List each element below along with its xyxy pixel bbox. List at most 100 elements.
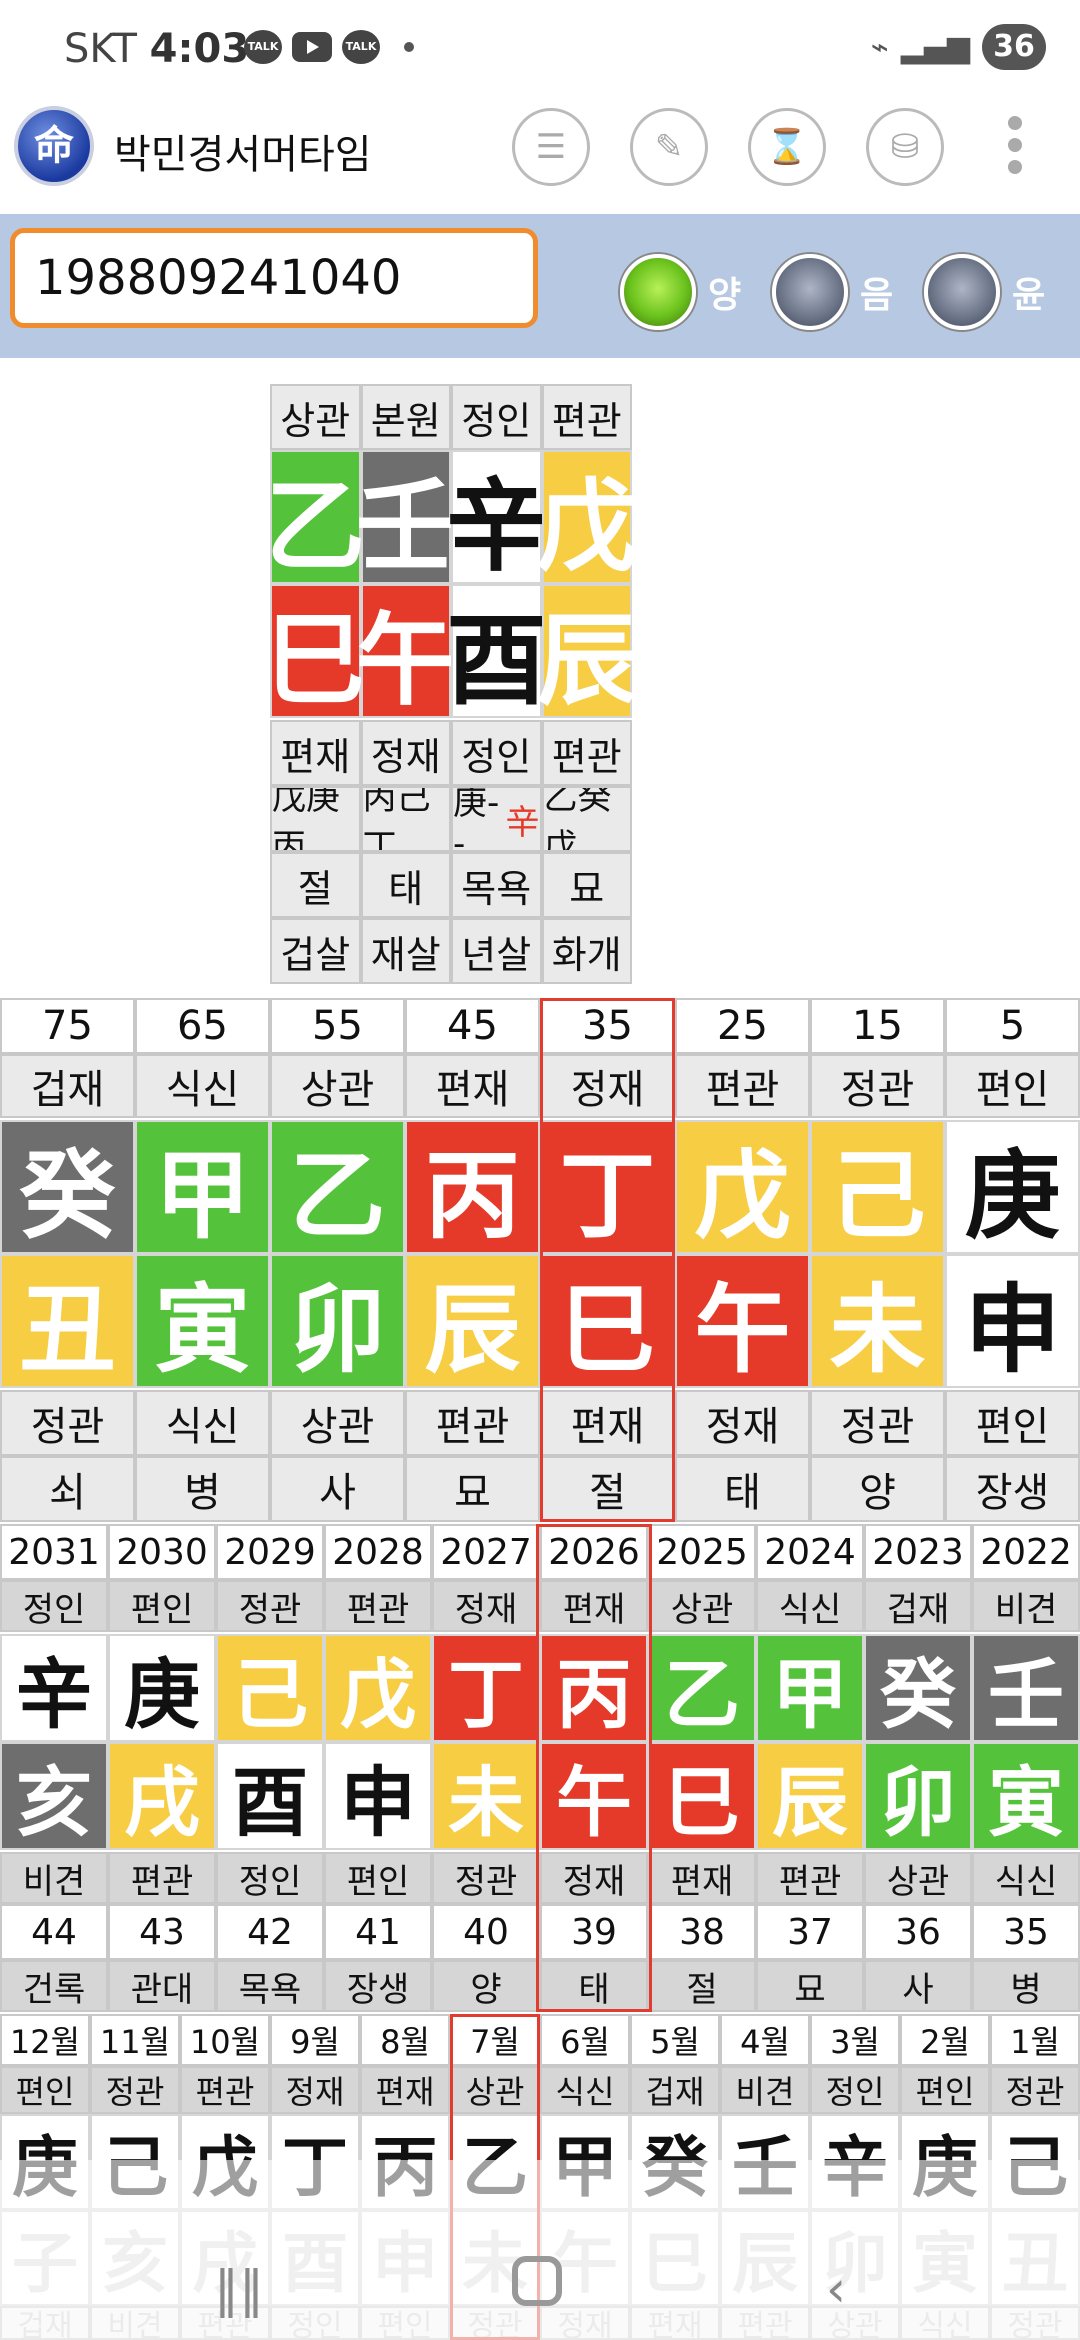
database-button[interactable]: ⛁	[866, 108, 944, 186]
pillar-hidden-stems: 庚-- 辛	[451, 786, 542, 852]
daeun-stage: 묘	[405, 1456, 540, 1522]
seun-stem[interactable]: 戊	[324, 1634, 432, 1742]
app-logo-icon[interactable]: 命	[14, 106, 94, 186]
pillar-stem[interactable]: 壬	[356, 450, 456, 585]
seun-branch[interactable]: 辰	[756, 1742, 864, 1850]
seun-label: 편관	[324, 1580, 432, 1632]
wolun-month: 11월	[90, 2014, 180, 2066]
seun-branch[interactable]: 午	[540, 1742, 648, 1850]
seun-branch[interactable]: 卯	[864, 1742, 972, 1850]
back-icon[interactable]: ‹	[826, 2260, 846, 2318]
daeun-stage: 태	[675, 1456, 810, 1522]
radio-circle[interactable]	[620, 254, 696, 330]
daeun-stem[interactable]: 己	[810, 1120, 945, 1254]
seun-age: 37	[756, 1904, 864, 1960]
seun-stem[interactable]: 庚	[108, 1634, 216, 1742]
system-icons: ⌁ ▂▄▆ 36	[871, 24, 1046, 70]
radio-label: 양	[708, 275, 742, 316]
seun-stage: 장생	[324, 1960, 432, 2012]
daeun-stem[interactable]: 庚	[945, 1120, 1080, 1254]
seun-stem[interactable]: 辛	[0, 1634, 108, 1742]
seun-label: 비견	[972, 1580, 1080, 1632]
edit-button[interactable]: ✎	[630, 108, 708, 186]
kakaotalk-icon: TALK	[244, 30, 282, 64]
seun-stage: 건록	[0, 1960, 108, 2012]
home-icon[interactable]	[512, 2256, 562, 2306]
daeun-stage: 사	[270, 1456, 405, 1522]
daeun-branch[interactable]: 辰	[405, 1254, 540, 1388]
seun-branch[interactable]: 申	[324, 1742, 432, 1850]
seun-branch[interactable]: 未	[432, 1742, 540, 1850]
timer-button[interactable]: ⌛	[748, 108, 826, 186]
wolun-month: 2월	[900, 2014, 990, 2066]
carrier-label: SKT	[64, 26, 137, 72]
seun-label: 정관	[216, 1580, 324, 1632]
wolun-label: 편관	[180, 2066, 270, 2114]
pillar-sal: 화개	[541, 918, 632, 984]
seun-branch[interactable]: 亥	[0, 1742, 108, 1850]
seun-year: 2023	[864, 1524, 972, 1580]
seun-branch[interactable]: 巳	[648, 1742, 756, 1850]
daeun-branch[interactable]: 未	[810, 1254, 945, 1388]
radio-solar[interactable]: 양	[620, 254, 741, 330]
daeun-stage: 양	[810, 1456, 945, 1522]
pillar-label: 상관	[270, 384, 361, 450]
daeun-branch[interactable]: 寅	[135, 1254, 270, 1388]
seun-relation: 편관	[756, 1852, 864, 1904]
daeun-stem[interactable]: 丙	[405, 1120, 540, 1254]
seun-stem[interactable]: 乙	[648, 1634, 756, 1742]
seun-branch[interactable]: 寅	[972, 1742, 1080, 1850]
daeun-stem[interactable]: 癸	[0, 1120, 135, 1254]
radio-lunar[interactable]: 음	[772, 254, 893, 330]
daeun-stem[interactable]: 丁	[540, 1120, 675, 1254]
pillar-hidden-stems: 戊庚丙	[270, 786, 361, 852]
system-nav-bar: ‖‖ ‹	[0, 2160, 1080, 2340]
seun-stage: 절	[648, 1960, 756, 2012]
pillar-branch[interactable]: 巳	[265, 584, 365, 719]
seun-stem[interactable]: 甲	[756, 1634, 864, 1742]
overflow-menu-button[interactable]	[1000, 110, 1030, 186]
daeun-branch[interactable]: 午	[675, 1254, 810, 1388]
radio-leap[interactable]: 윤	[924, 254, 1045, 330]
pillar-stem[interactable]: 辛	[446, 450, 546, 585]
seun-age: 35	[972, 1904, 1080, 1960]
list-icon: ☰	[535, 127, 567, 167]
seun-branch[interactable]: 酉	[216, 1742, 324, 1850]
seun-label: 상관	[648, 1580, 756, 1632]
wifi-icon: ⌁	[870, 29, 889, 65]
daeun-stem[interactable]: 乙	[270, 1120, 405, 1254]
radio-circle[interactable]	[772, 254, 848, 330]
seun-stem[interactable]: 丙	[540, 1634, 648, 1742]
recent-apps-icon[interactable]: ‖‖	[214, 2260, 264, 2318]
list-menu-button[interactable]: ☰	[512, 108, 590, 186]
seun-stem[interactable]: 癸	[864, 1634, 972, 1742]
daeun-branch[interactable]: 申	[945, 1254, 1080, 1388]
seun-stem[interactable]: 丁	[432, 1634, 540, 1742]
pillar-sal: 년살	[451, 918, 542, 984]
daeun-branch[interactable]: 卯	[270, 1254, 405, 1388]
seun-age: 42	[216, 1904, 324, 1960]
daeun-branch[interactable]: 巳	[540, 1254, 675, 1388]
seun-relation: 식신	[972, 1852, 1080, 1904]
pillar-stem[interactable]: 戊	[537, 450, 637, 585]
daeun-stem[interactable]: 甲	[135, 1120, 270, 1254]
pillar-branch[interactable]: 酉	[446, 584, 546, 719]
pillar-stem[interactable]: 乙	[265, 450, 365, 585]
seun-stem[interactable]: 己	[216, 1634, 324, 1742]
wolun-label: 정재	[270, 2066, 360, 2114]
radio-circle[interactable]	[924, 254, 1000, 330]
pillar-branch[interactable]: 午	[356, 584, 456, 719]
signal-icon: ▂▄▆	[900, 29, 970, 65]
daeun-branch[interactable]: 丑	[0, 1254, 135, 1388]
birth-datetime-input[interactable]: 198809241040	[10, 228, 538, 328]
pillar-branch[interactable]: 辰	[537, 584, 637, 719]
daeun-relation: 정관	[0, 1390, 135, 1456]
seun-branch[interactable]: 戌	[108, 1742, 216, 1850]
seun-stem[interactable]: 壬	[972, 1634, 1080, 1742]
daeun-label: 상관	[270, 1054, 405, 1118]
pillar-relation: 정재	[360, 720, 451, 786]
pillar-stage: 태	[360, 852, 451, 918]
wolun-month: 12월	[0, 2014, 90, 2066]
seun-label: 겁재	[864, 1580, 972, 1632]
daeun-stem[interactable]: 戊	[675, 1120, 810, 1254]
